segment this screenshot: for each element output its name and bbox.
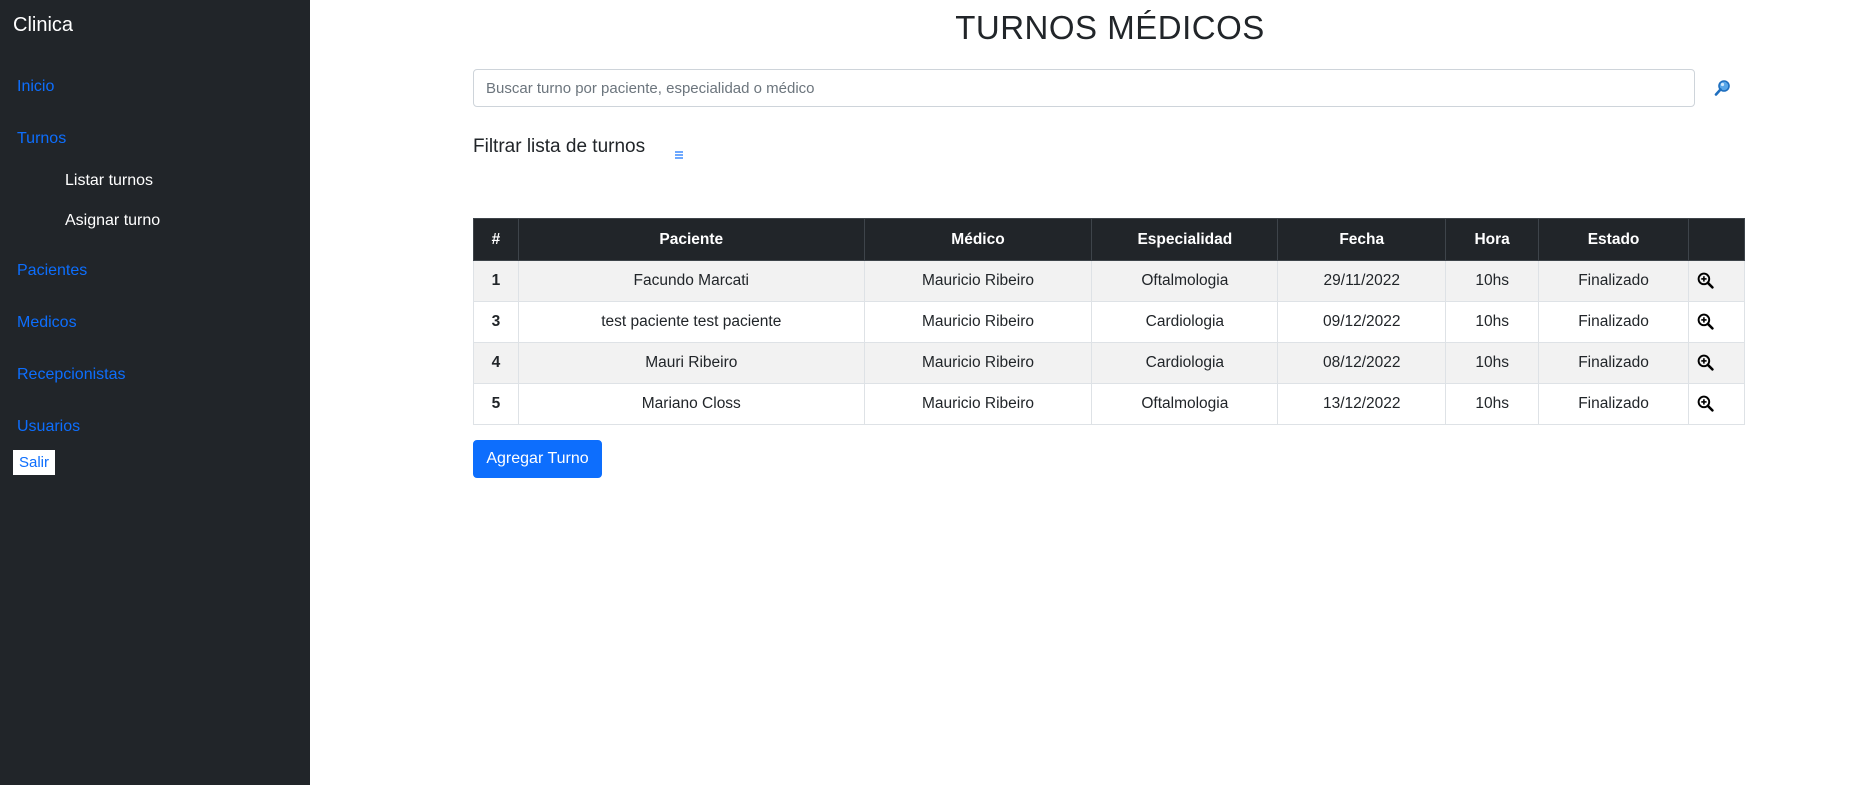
cell-paciente: Mauri Ribeiro <box>517 342 865 384</box>
table-row: 4 Mauri Ribeiro Mauricio Ribeiro Cardiol… <box>473 342 1745 384</box>
header-especialidad: Especialidad <box>1091 218 1279 261</box>
header-actions <box>1688 218 1745 261</box>
header-hora: Hora <box>1445 218 1540 261</box>
add-turno-button[interactable]: Agregar Turno <box>473 440 602 478</box>
cell-action <box>1688 301 1745 343</box>
cell-action <box>1688 342 1745 384</box>
cell-estado: Finalizado <box>1538 260 1689 302</box>
logout-button[interactable]: Salir <box>13 450 55 475</box>
magnifier-icon[interactable] <box>1712 77 1734 99</box>
cell-fecha: 29/11/2022 <box>1277 260 1447 302</box>
zoom-in-icon[interactable] <box>1697 272 1714 290</box>
brand-title: Clinica <box>13 14 74 36</box>
cell-num: 1 <box>473 260 519 302</box>
zoom-in-icon[interactable] <box>1697 395 1714 413</box>
cell-medico: Mauricio Ribeiro <box>863 301 1093 343</box>
cell-estado: Finalizado <box>1538 342 1689 384</box>
table-row: 3 test paciente test paciente Mauricio R… <box>473 301 1745 343</box>
cell-num: 4 <box>473 342 519 384</box>
cell-fecha: 08/12/2022 <box>1277 342 1447 384</box>
nav-pacientes[interactable]: Pacientes <box>17 262 87 280</box>
cell-paciente: Mariano Closs <box>517 383 865 425</box>
header-estado: Estado <box>1538 218 1689 261</box>
cell-estado: Finalizado <box>1538 301 1689 343</box>
header-fecha: Fecha <box>1277 218 1447 261</box>
cell-fecha: 13/12/2022 <box>1277 383 1447 425</box>
cell-especialidad: Cardiologia <box>1091 342 1279 384</box>
cell-medico: Mauricio Ribeiro <box>863 342 1093 384</box>
cell-num: 3 <box>473 301 519 343</box>
search-input[interactable] <box>473 69 1695 107</box>
cell-hora: 10hs <box>1445 301 1540 343</box>
cell-paciente: Facundo Marcati <box>517 260 865 302</box>
zoom-in-icon[interactable] <box>1697 313 1714 331</box>
zoom-in-icon[interactable] <box>1697 354 1714 372</box>
nav-medicos[interactable]: Medicos <box>17 314 77 332</box>
cell-hora: 10hs <box>1445 260 1540 302</box>
header-paciente: Paciente <box>517 218 865 261</box>
nav-usuarios[interactable]: Usuarios <box>17 418 80 436</box>
page-title: TURNOS MÉDICOS <box>955 9 1265 46</box>
cell-medico: Mauricio Ribeiro <box>863 383 1093 425</box>
cell-hora: 10hs <box>1445 383 1540 425</box>
header-medico: Médico <box>863 218 1093 261</box>
cell-paciente: test paciente test paciente <box>517 301 865 343</box>
nav-recepcionistas[interactable]: Recepcionistas <box>17 366 126 384</box>
header-num: # <box>473 218 519 261</box>
nav-listar-turnos[interactable]: Listar turnos <box>65 172 153 190</box>
list-icon[interactable] <box>673 146 685 159</box>
cell-especialidad: Cardiologia <box>1091 301 1279 343</box>
cell-medico: Mauricio Ribeiro <box>863 260 1093 302</box>
nav-asignar-turno[interactable]: Asignar turno <box>65 212 160 230</box>
filter-title: Filtrar lista de turnos <box>473 136 646 157</box>
cell-action <box>1688 260 1745 302</box>
cell-especialidad: Oftalmologia <box>1091 260 1279 302</box>
nav-inicio[interactable]: Inicio <box>17 78 54 96</box>
cell-num: 5 <box>473 383 519 425</box>
table-row: 1 Facundo Marcati Mauricio Ribeiro Oftal… <box>473 260 1745 302</box>
nav-turnos[interactable]: Turnos <box>17 130 66 148</box>
sidebar: Clinica Inicio Turnos Listar turnos Asig… <box>0 0 310 785</box>
table-header: # Paciente Médico Especialidad Fecha Hor… <box>473 218 1745 261</box>
table-row: 5 Mariano Closs Mauricio Ribeiro Oftalmo… <box>473 383 1745 425</box>
cell-hora: 10hs <box>1445 342 1540 384</box>
cell-action <box>1688 383 1745 425</box>
cell-especialidad: Oftalmologia <box>1091 383 1279 425</box>
cell-estado: Finalizado <box>1538 383 1689 425</box>
turnos-table: # Paciente Médico Especialidad Fecha Hor… <box>473 218 1745 425</box>
cell-fecha: 09/12/2022 <box>1277 301 1447 343</box>
